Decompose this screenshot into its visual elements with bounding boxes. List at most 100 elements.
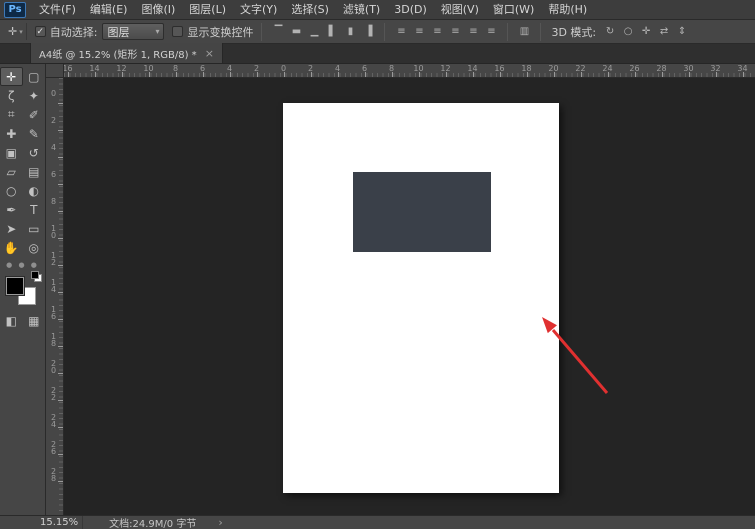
ruler-tick-label: 22 [567, 64, 594, 78]
ruler-tick-label: 4 [49, 144, 58, 171]
ruler-tick-label: 10 [135, 64, 162, 78]
menu-item[interactable]: 图层(L) [182, 0, 233, 19]
move-tool[interactable]: ✛ [0, 67, 23, 86]
rectangular-marquee-tool[interactable]: ▢ [23, 67, 46, 86]
3d-rotate-icon[interactable]: ↻ [602, 24, 618, 40]
distribute-vertical-centers-icon[interactable]: ≡ [411, 24, 427, 40]
ruler-tick-label: 18 [49, 333, 58, 360]
auto-align-layers-icon[interactable]: ▥ [516, 24, 532, 40]
align-right-edges-icon[interactable]: ▐ [360, 24, 376, 40]
tool-icon: ⌗ [8, 107, 15, 122]
ruler-tick-label: 2 [49, 117, 58, 144]
lasso-tool[interactable]: ζ [0, 86, 23, 105]
menu-item[interactable]: 帮助(H) [541, 0, 594, 19]
blur-tool[interactable]: ○ [0, 181, 23, 200]
ruler-tick-label: 12 [49, 252, 58, 279]
menu-item[interactable]: 图像(I) [134, 0, 182, 19]
tool-icon: ▦ [28, 314, 39, 328]
3d-drag-icon[interactable]: ✛ [638, 24, 654, 40]
menu-item[interactable]: 选择(S) [284, 0, 336, 19]
ruler-tick-label: 14 [81, 64, 108, 78]
rectangle-tool[interactable]: ▭ [23, 219, 46, 238]
document-page[interactable] [283, 103, 559, 493]
horizontal-ruler[interactable]: 1614121086420246810121416182022242628303… [64, 64, 755, 78]
quick-selection-tool[interactable]: ✦ [23, 86, 46, 105]
clone-stamp-tool[interactable]: ▣ [0, 143, 23, 162]
brush-tool[interactable]: ✎ [23, 124, 46, 143]
default-colors-icon[interactable] [31, 271, 42, 282]
path-selection-tool[interactable]: ➤ [0, 219, 23, 238]
screen-mode-icon[interactable]: ▦ [23, 311, 46, 330]
ruler-tick-label: 28 [49, 468, 58, 495]
tool-icon: ▣ [6, 146, 17, 160]
ruler-corner [46, 64, 64, 78]
spot-healing-brush-tool[interactable]: ✚ [0, 124, 23, 143]
ruler-tick-label: 26 [49, 441, 58, 468]
ruler-tick-label: 8 [378, 64, 405, 78]
tool-options-bar: ✛ ▾ ✓ 自动选择: 图层 ▾ 显示变换控件 ▔▬▁▌▮▐ ≡≡≡≡≡≡ ▥ … [0, 20, 755, 44]
color-swatches [6, 273, 38, 305]
more-tools-button[interactable]: ● ● ● [0, 261, 45, 269]
quick-mask-icon[interactable]: ◧ [0, 311, 23, 330]
tool-icon: ✐ [29, 108, 39, 122]
align-vertical-centers-icon[interactable]: ▬ [288, 24, 304, 40]
menu-item[interactable]: 视图(V) [434, 0, 486, 19]
menu-item[interactable]: 滤镜(T) [336, 0, 387, 19]
document-tab[interactable]: A4纸 @ 15.2% (矩形 1, RGB/8) * × [30, 43, 223, 63]
ruler-tick-label: 4 [216, 64, 243, 78]
ruler-tick-label: 20 [49, 360, 58, 387]
menu-bar: Ps 文件(F)编辑(E)图像(I)图层(L)文字(Y)选择(S)滤镜(T)3D… [0, 0, 755, 20]
document-tab-title: A4纸 @ 15.2% (矩形 1, RGB/8) * [39, 46, 197, 61]
distribute-top-edges-icon[interactable]: ≡ [393, 24, 409, 40]
tool-icon: ✎ [29, 127, 39, 141]
menu-item[interactable]: 窗口(W) [486, 0, 541, 19]
eyedropper-tool[interactable]: ✐ [23, 105, 46, 124]
3d-scale-icon[interactable]: ⇕ [674, 24, 690, 40]
distribute-bottom-edges-icon[interactable]: ≡ [429, 24, 445, 40]
tool-preset-picker[interactable]: ✛ ▾ [5, 23, 27, 40]
tool-icon: ○ [6, 184, 16, 198]
photoshop-logo: Ps [4, 2, 26, 18]
auto-select-checkbox[interactable]: ✓ [35, 26, 46, 37]
rectangle-shape-layer[interactable] [353, 172, 491, 252]
tool-icon: ✒ [6, 203, 16, 217]
canvas-area[interactable] [64, 78, 755, 515]
menu-item[interactable]: 3D(D) [387, 0, 434, 19]
distribute-horizontal-centers-icon[interactable]: ≡ [465, 24, 481, 40]
crop-tool[interactable]: ⌗ [0, 105, 23, 124]
menu-item[interactable]: 文字(Y) [233, 0, 284, 19]
3d-roll-icon[interactable]: ○ [620, 24, 636, 40]
pen-tool[interactable]: ✒ [0, 200, 23, 219]
align-top-edges-icon[interactable]: ▔ [270, 24, 286, 40]
vertical-ruler[interactable]: 20246810121416182022242628 [46, 78, 64, 515]
status-popup-chevron[interactable]: › [218, 516, 222, 529]
tool-icon: ▱ [7, 165, 16, 179]
chevron-down-icon: ▾ [155, 27, 159, 36]
ruler-tick-label: 0 [270, 64, 297, 78]
close-icon[interactable]: × [205, 47, 214, 60]
ruler-tick-label: 16 [486, 64, 513, 78]
align-bottom-edges-icon[interactable]: ▁ [306, 24, 322, 40]
eraser-tool[interactable]: ▱ [0, 162, 23, 181]
tools-panel: ✛ ▢ ζ ✦ ⌗ [0, 64, 46, 515]
align-left-edges-icon[interactable]: ▌ [324, 24, 340, 40]
zoom-tool[interactable]: ◎ [23, 238, 46, 257]
distribute-right-edges-icon[interactable]: ≡ [483, 24, 499, 40]
show-transform-controls-checkbox[interactable] [172, 26, 183, 37]
dodge-tool[interactable]: ◐ [23, 181, 46, 200]
align-horizontal-centers-icon[interactable]: ▮ [342, 24, 358, 40]
tool-icon: ✦ [29, 89, 39, 103]
zoom-level-field[interactable]: 15.15% [36, 516, 83, 529]
distribute-left-edges-icon[interactable]: ≡ [447, 24, 463, 40]
hand-tool[interactable]: ✋ [0, 238, 23, 257]
ruler-tick-label: 8 [162, 64, 189, 78]
3d-slide-icon[interactable]: ⇄ [656, 24, 672, 40]
gradient-tool[interactable]: ▤ [23, 162, 46, 181]
type-tool[interactable]: T [23, 200, 46, 219]
history-brush-tool[interactable]: ↺ [23, 143, 46, 162]
menu-item[interactable]: 文件(F) [32, 0, 83, 19]
auto-select-target-dropdown[interactable]: 图层 ▾ [102, 23, 164, 40]
separator [261, 23, 262, 41]
foreground-color-swatch[interactable] [6, 277, 24, 295]
menu-item[interactable]: 编辑(E) [83, 0, 135, 19]
